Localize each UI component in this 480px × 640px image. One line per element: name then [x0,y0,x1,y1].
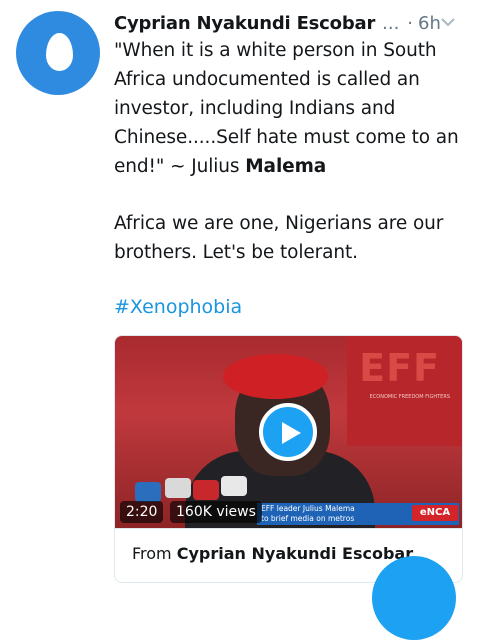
speaker-beret [223,354,328,399]
highlighted-word: Malema [245,156,327,177]
author-name[interactable]: Cyprian Nyakundi Escobar [114,13,375,34]
separator-dot: · [407,12,414,34]
chevron-down-icon[interactable] [440,16,456,28]
source-attribution: From Cyprian Nyakundi Escobar [132,544,413,563]
source-name[interactable]: Cyprian Nyakundi Escobar [177,544,413,563]
tweet-paragraph-2: Africa we are one, Nigerians are our bro… [114,213,444,263]
tweet-header: Cyprian Nyakundi Escobar ... · 6h [114,10,470,36]
video-duration: 2:20 [120,501,164,523]
tweet-text: "When it is a white person in South Afri… [114,36,468,267]
eff-logo-text: EFF [359,346,440,390]
tweet-paragraph-1: "When it is a white person in South Afri… [114,36,468,181]
name-ellipsis: ... [382,12,400,34]
avatar[interactable] [16,11,100,95]
from-label: From [132,544,172,563]
tweet-timestamp[interactable]: 6h [418,13,441,34]
hashtag-link[interactable]: #Xenophobia [114,296,242,318]
default-egg-icon [46,33,73,71]
media-card[interactable]: EFF ECONOMIC FREEDOM FIGHTERS EFF leader… [114,335,463,583]
channel-logo: eNCA [412,505,458,521]
video-views: 160K views [170,501,262,523]
play-icon [282,422,301,444]
play-button[interactable] [259,403,317,461]
eff-logo-subtext: ECONOMIC FREEDOM FIGHTERS [369,394,450,400]
video-player[interactable]: EFF ECONOMIC FREEDOM FIGHTERS EFF leader… [115,336,462,528]
compose-fab-button[interactable] [372,556,456,640]
